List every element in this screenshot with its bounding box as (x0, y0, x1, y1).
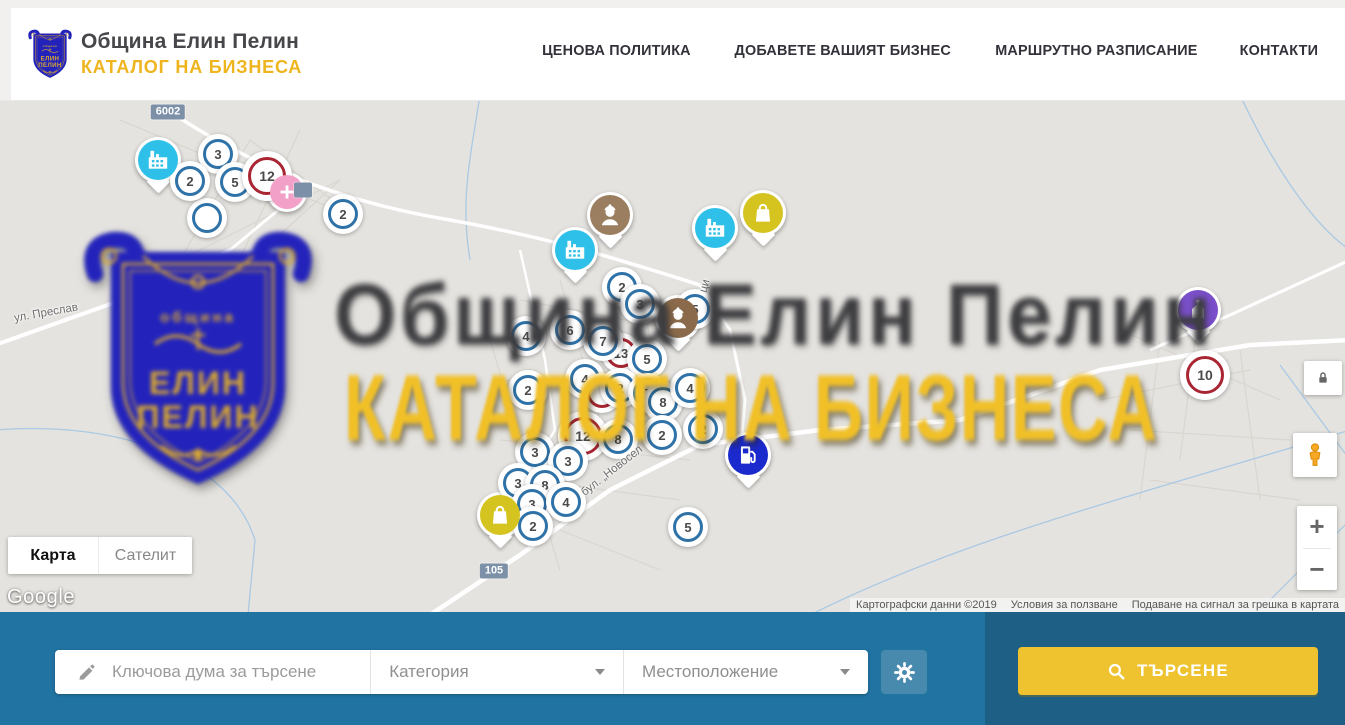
lock-icon (1313, 368, 1333, 388)
zoom-out-button[interactable]: − (1297, 549, 1337, 591)
street-name-label: ул. Преслав (13, 301, 79, 324)
zoom-control: + − (1297, 506, 1337, 590)
cluster-marker[interactable]: 2 (642, 415, 682, 455)
nav-pricing[interactable]: ЦЕНОВА ПОЛИТИКА (542, 42, 691, 59)
keyword-input[interactable] (110, 661, 344, 683)
keyword-section (55, 650, 370, 694)
poi-marker-bag[interactable] (740, 190, 786, 236)
site-subtitle: КАТАЛОГ НА БИЗНЕСА (81, 57, 302, 78)
road-number-shield: 6002 (151, 105, 185, 120)
cluster-marker[interactable]: 2 (323, 194, 363, 234)
municipality-crest-icon (28, 21, 72, 87)
header-left-strip (0, 0, 11, 100)
search-button-label: ТЪРСЕНЕ (1137, 661, 1229, 681)
main-nav: ЦЕНОВА ПОЛИТИКА ДОБАВЕТЕ ВАШИЯТ БИЗНЕС М… (539, 0, 1320, 100)
poi-marker-factory[interactable] (692, 205, 738, 251)
poi-marker-factory[interactable] (552, 227, 598, 273)
pegman-button[interactable] (1293, 433, 1337, 477)
search-button[interactable]: ТЪРСЕНЕ (1018, 647, 1318, 695)
poi-marker-church[interactable] (1175, 287, 1221, 333)
site-title: Община Елин Пелин (81, 30, 302, 54)
lock-button[interactable] (1304, 361, 1342, 395)
map-attribution: Картографски данни ©2019 Условия за полз… (850, 598, 1345, 612)
cluster-marker[interactable]: 7 (583, 321, 623, 361)
map-type-map-button[interactable]: Карта (8, 537, 98, 574)
nav-route-schedule[interactable]: МАРШРУТНО РАЗПИСАНИЕ (996, 42, 1198, 59)
category-dropdown[interactable]: Категория (370, 650, 623, 694)
street-name-label: ци (698, 278, 713, 294)
nav-contacts[interactable]: КОНТАКТИ (1240, 42, 1319, 59)
road-number-shield (294, 183, 312, 198)
pencil-icon (77, 663, 96, 682)
cluster-marker[interactable]: 2 (508, 370, 548, 410)
cluster-marker[interactable]: 3 (620, 284, 660, 324)
cluster-marker[interactable]: 4 (670, 368, 710, 408)
marker-layer: 3251222356413754227842212833383425106002… (0, 100, 1345, 612)
search-icon (1107, 662, 1126, 681)
google-logo[interactable]: Google (7, 586, 75, 609)
cluster-marker[interactable] (187, 198, 227, 238)
advanced-settings-button[interactable] (881, 650, 927, 694)
cluster-marker[interactable]: 10 (1180, 350, 1230, 400)
terms-link[interactable]: Условия за ползване (1011, 599, 1118, 611)
map-type-satellite-button[interactable]: Сателит (98, 537, 192, 574)
report-error-link[interactable]: Подаване на сигнал за грешка в картата (1132, 599, 1339, 611)
map-type-control: Карта Сателит (8, 537, 192, 574)
search-bar-section: Категория Местоположение (0, 612, 1345, 725)
attribution-copyright: Картографски данни ©2019 (856, 599, 997, 611)
chevron-down-icon (840, 669, 850, 675)
map-canvas[interactable]: 3251222356413754227842212833383425106002… (0, 100, 1345, 612)
poi-marker-worker[interactable] (587, 192, 633, 238)
cluster-marker[interactable]: 2 (683, 409, 723, 449)
cluster-marker[interactable]: 5 (668, 507, 708, 547)
gear-icon (893, 661, 916, 684)
search-form: Категория Местоположение (55, 650, 868, 694)
poi-marker-fuel[interactable] (725, 432, 771, 478)
site-logo[interactable]: Община Елин Пелин КАТАЛОГ НА БИЗНЕСА (28, 21, 302, 87)
category-value: Категория (389, 662, 468, 682)
chevron-down-icon (595, 669, 605, 675)
road-number-shield: 105 (480, 564, 508, 579)
pegman-icon (1302, 442, 1328, 468)
location-value: Местоположение (642, 662, 778, 682)
zoom-in-button[interactable]: + (1297, 506, 1337, 548)
cluster-marker[interactable]: 4 (506, 316, 546, 356)
nav-add-business[interactable]: ДОБАВЕТЕ ВАШИЯТ БИЗНЕС (734, 42, 950, 59)
location-dropdown[interactable]: Местоположение (623, 650, 868, 694)
header: Община Елин Пелин КАТАЛОГ НА БИЗНЕСА ЦЕН… (0, 0, 1345, 101)
